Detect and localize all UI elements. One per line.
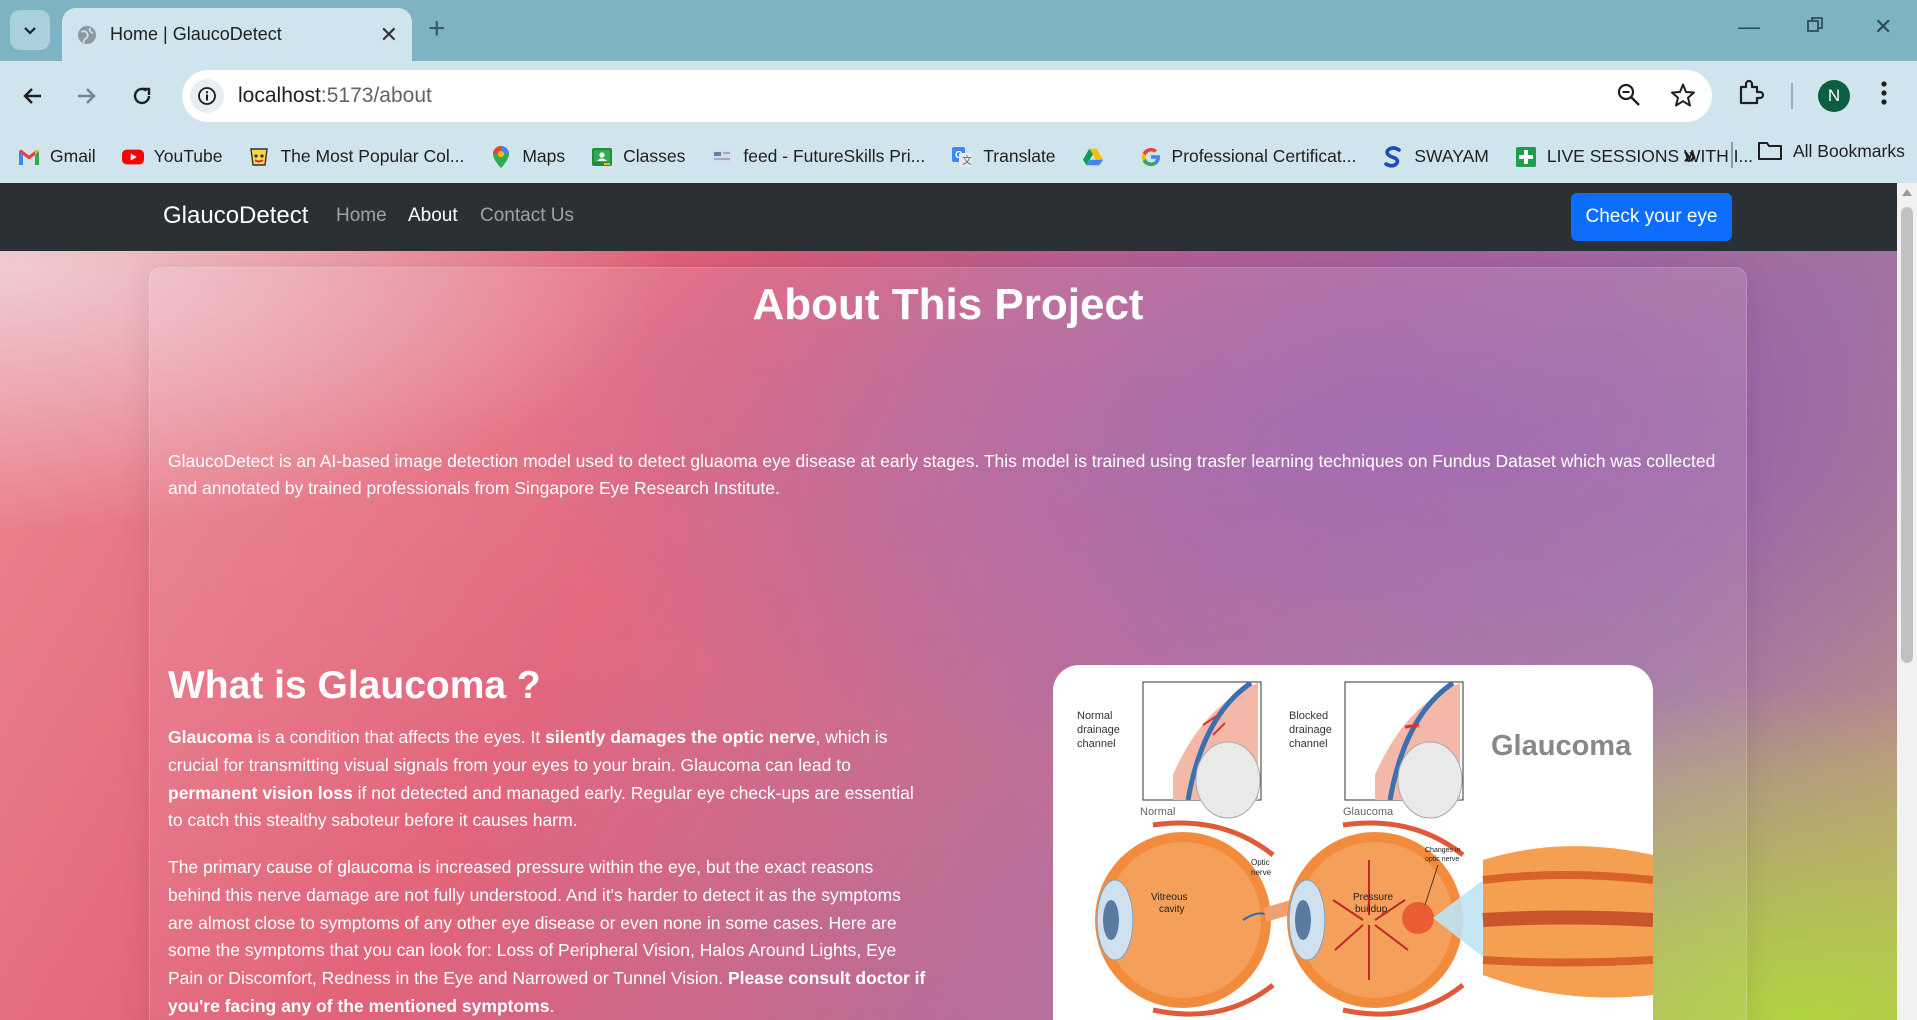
emphasis-text: permanent vision loss bbox=[168, 782, 353, 803]
minimize-icon[interactable]: — bbox=[1738, 14, 1760, 40]
gmail-icon bbox=[18, 146, 40, 168]
about-title: About This Project bbox=[752, 280, 1144, 329]
bookmark-professional-certificate[interactable]: Professional Certificat... bbox=[1140, 146, 1356, 168]
bookmark-futureskills[interactable]: feed - FutureSkills Pri... bbox=[711, 146, 925, 168]
bookmark-gmail[interactable]: Gmail bbox=[18, 146, 96, 168]
toolbar-divider bbox=[1791, 83, 1793, 109]
changes-label-2: optic nerve bbox=[1425, 856, 1459, 863]
green-plus-icon bbox=[1515, 146, 1537, 168]
chevron-down-icon bbox=[24, 27, 36, 35]
glaucoma-diagram: Normal drainage channel Normal Blocked d… bbox=[1077, 680, 1653, 1017]
futureskills-icon bbox=[711, 146, 733, 168]
blocked-channel-label-3: channel bbox=[1289, 738, 1328, 750]
tab-search-button[interactable] bbox=[10, 10, 50, 50]
google-g-icon bbox=[1140, 146, 1162, 168]
swayam-icon bbox=[1382, 145, 1404, 168]
bookmark-classes[interactable]: Classes bbox=[591, 146, 685, 168]
reload-button[interactable] bbox=[124, 78, 160, 114]
reload-icon bbox=[133, 87, 151, 105]
optic-label-2: nerve bbox=[1251, 868, 1272, 877]
restore-icon[interactable] bbox=[1806, 14, 1824, 40]
classroom-icon bbox=[591, 146, 613, 168]
glaucoma-illustration: Normal drainage channel Normal Blocked d… bbox=[1053, 665, 1653, 1020]
page-viewport: GlaucoDetect Home About Contact Us Check… bbox=[0, 183, 1897, 1020]
blocked-channel-label-1: Blocked bbox=[1289, 710, 1328, 722]
about-card: About This Project GlaucoDetect is an AI… bbox=[149, 267, 1747, 1020]
bookmark-maps[interactable]: Maps bbox=[490, 145, 565, 168]
globe-icon bbox=[78, 25, 96, 44]
svg-text:文: 文 bbox=[962, 154, 972, 167]
about-description: GlaucoDetect is an AI-based image detect… bbox=[168, 451, 1716, 498]
caption-glaucoma: Glaucoma bbox=[1343, 806, 1394, 818]
new-tab-button[interactable]: + bbox=[428, 14, 446, 44]
forward-button[interactable] bbox=[68, 78, 104, 114]
normal-channel-label-1: Normal bbox=[1077, 710, 1112, 722]
scroll-up-icon[interactable] bbox=[1902, 189, 1912, 196]
bookmark-star-icon[interactable] bbox=[1670, 82, 1696, 108]
bookmarks-divider bbox=[1731, 142, 1733, 168]
paragraph-text: . bbox=[549, 995, 555, 1016]
maps-pin-icon bbox=[490, 145, 512, 168]
browser-tabstrip: Home | GlaucoDetect ✕ + — ✕ bbox=[0, 0, 1917, 61]
figure-heading: Glaucoma bbox=[1491, 730, 1632, 762]
zoom-icon[interactable] bbox=[1616, 82, 1642, 108]
back-button[interactable] bbox=[15, 78, 51, 114]
bookmark-live-sessions[interactable]: LIVE SESSIONS WITH I... bbox=[1515, 146, 1753, 168]
nav-link-about[interactable]: About bbox=[408, 205, 458, 227]
glaucoma-paragraph-1: Glaucoma is a condition that affects the… bbox=[168, 724, 928, 835]
glaucoma-title: What is Glaucoma ? bbox=[168, 664, 541, 707]
vitreous-label-2: cavity bbox=[1159, 904, 1185, 915]
arrow-left-icon bbox=[23, 88, 41, 104]
check-your-eye-button[interactable]: Check your eye bbox=[1571, 193, 1732, 241]
profile-avatar[interactable]: N bbox=[1818, 80, 1850, 112]
bookmark-google-drive[interactable] bbox=[1082, 146, 1114, 168]
arrow-right-icon bbox=[78, 88, 96, 104]
paragraph-text: is a condition that affects the eyes. It bbox=[252, 727, 546, 747]
normal-channel-label-3: channel bbox=[1077, 738, 1116, 750]
bookmark-youtube[interactable]: YouTube bbox=[121, 146, 222, 168]
glaucoma-paragraph-2: The primary cause of glaucoma is increas… bbox=[168, 854, 928, 1020]
normal-channel-label-2: drainage bbox=[1077, 724, 1120, 736]
tab-close-icon[interactable]: ✕ bbox=[380, 23, 398, 46]
browser-menu-icon[interactable] bbox=[1878, 78, 1890, 113]
scroll-thumb[interactable] bbox=[1901, 207, 1913, 663]
folder-icon bbox=[1758, 142, 1782, 160]
brand-logo[interactable]: GlaucoDetect bbox=[163, 202, 308, 230]
extensions-icon[interactable] bbox=[1736, 78, 1765, 111]
emphasis-text: Glaucoma bbox=[168, 727, 253, 747]
url-text[interactable]: localhost:5173/about bbox=[238, 84, 432, 108]
pressure-label-2: buildup bbox=[1355, 904, 1388, 915]
tab-title: Home | GlaucoDetect bbox=[110, 24, 282, 44]
site-info-icon[interactable] bbox=[190, 79, 224, 113]
bookmark-most-popular[interactable]: The Most Popular Col... bbox=[248, 146, 464, 168]
close-window-icon[interactable]: ✕ bbox=[1874, 14, 1892, 40]
bookmark-swayam[interactable]: SWAYAM bbox=[1382, 145, 1489, 168]
emphasis-text: silently damages the optic nerve bbox=[545, 727, 816, 747]
nav-link-home[interactable]: Home bbox=[336, 205, 387, 227]
caption-normal: Normal bbox=[1140, 806, 1175, 818]
browser-tab-active[interactable]: Home | GlaucoDetect ✕ bbox=[62, 8, 412, 61]
pressure-label-1: Pressure bbox=[1353, 892, 1393, 903]
bookmarks-bar: Gmail YouTube The Most Popular Col... Ma… bbox=[0, 130, 1917, 183]
translate-icon: G文 bbox=[951, 146, 973, 168]
cup-icon bbox=[248, 146, 270, 168]
address-bar[interactable]: localhost:5173/about bbox=[182, 70, 1712, 122]
bookmark-translate[interactable]: G文 Translate bbox=[951, 146, 1056, 168]
google-drive-icon bbox=[1082, 146, 1104, 168]
optic-label-1: Optic bbox=[1251, 858, 1270, 867]
vitreous-label-1: Vitreous bbox=[1151, 892, 1188, 903]
site-navbar: GlaucoDetect Home About Contact Us Check… bbox=[0, 183, 1897, 251]
nav-link-contact[interactable]: Contact Us bbox=[480, 205, 574, 227]
youtube-icon bbox=[121, 146, 144, 168]
blocked-channel-label-2: drainage bbox=[1289, 724, 1332, 736]
changes-label-1: Changes in bbox=[1425, 847, 1461, 854]
browser-toolbar: localhost:5173/about N bbox=[0, 61, 1917, 130]
more-bookmarks-icon[interactable]: » bbox=[1683, 142, 1696, 170]
all-bookmarks-button[interactable]: All Bookmarks bbox=[1757, 140, 1905, 162]
page-scrollbar[interactable] bbox=[1897, 183, 1917, 1020]
